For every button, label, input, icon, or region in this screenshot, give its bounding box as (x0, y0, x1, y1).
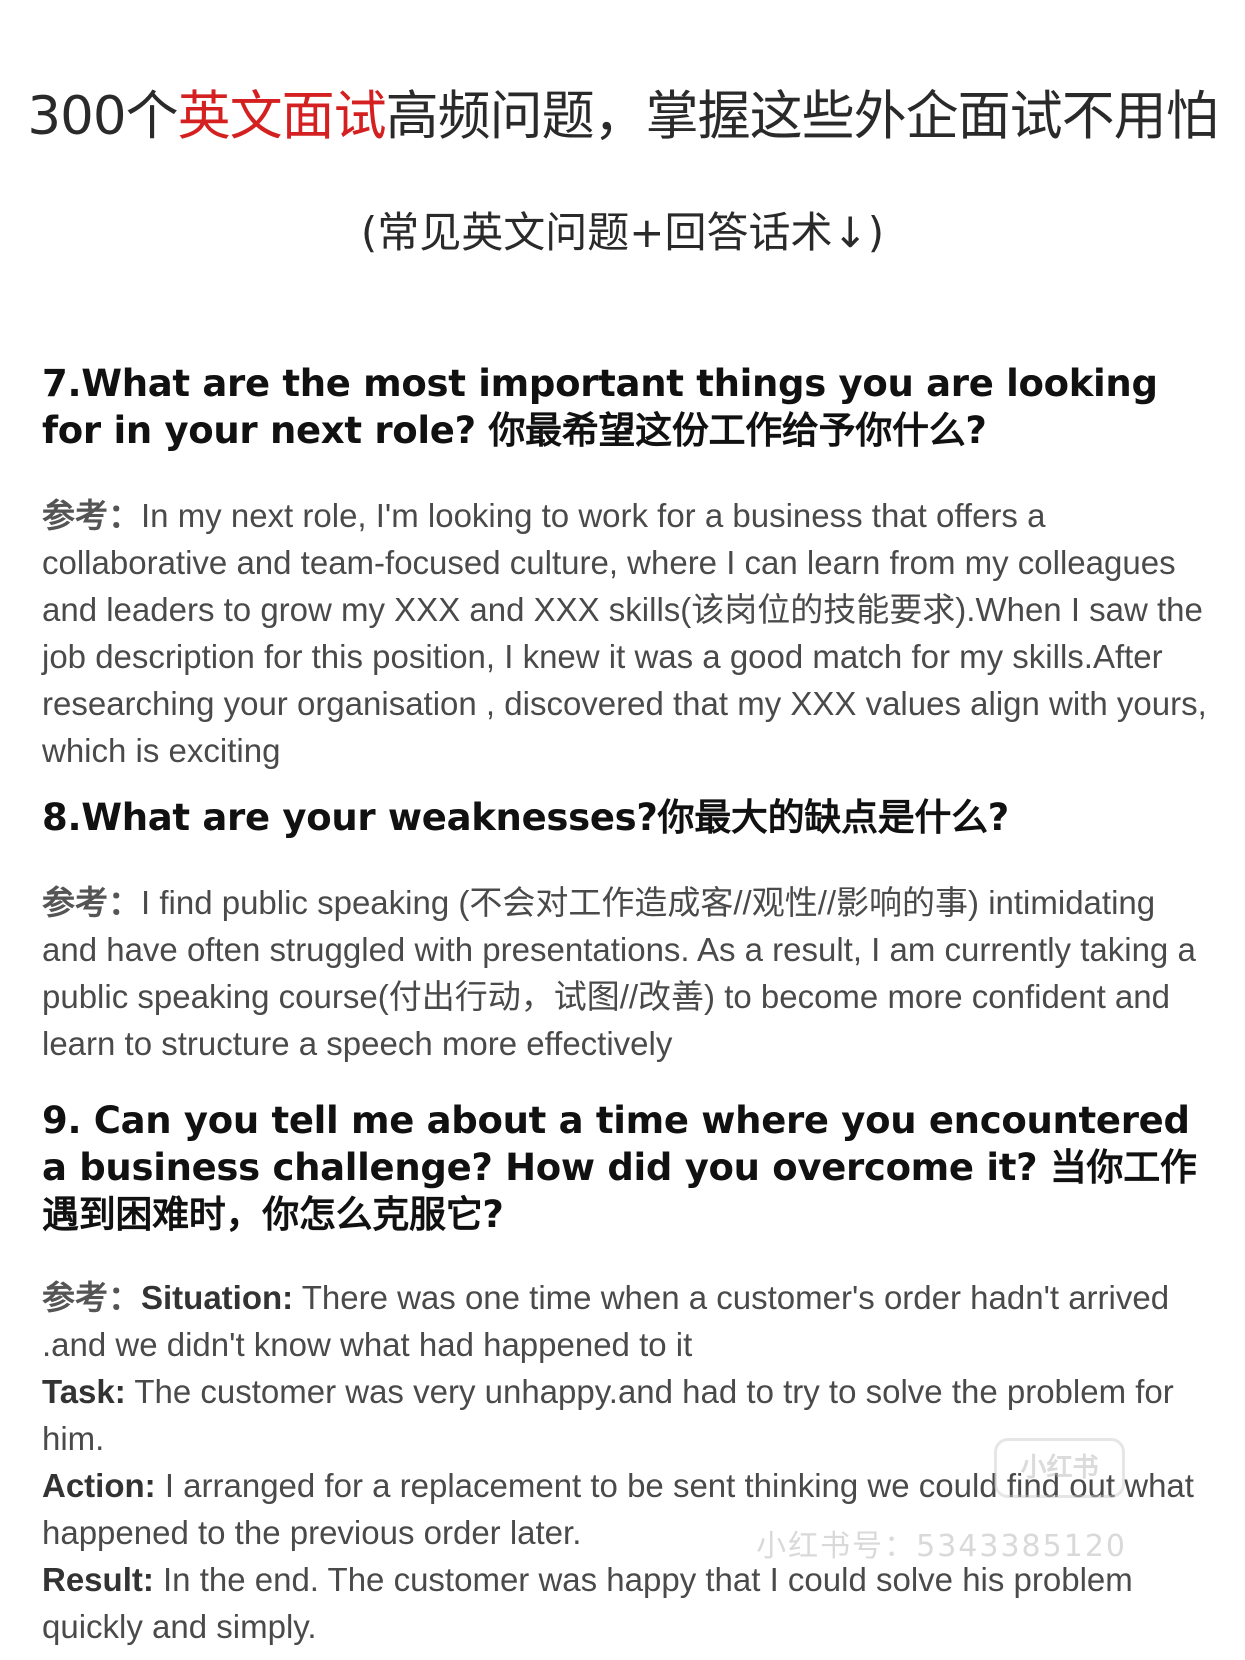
watermark-logo: 小红书 (994, 1438, 1125, 1498)
reference-label: 参考： (42, 1279, 141, 1316)
answer-8: 参考：I find public speaking (不会对工作造成客//观性/… (42, 879, 1212, 1067)
situation-label: Situation: (141, 1279, 294, 1316)
reference-label: 参考： (42, 497, 141, 534)
watermark-id: 小红书号：5343385120 (756, 1529, 1127, 1564)
result-text: In the end. The customer was happy that … (42, 1561, 1133, 1645)
star-result: Result: In the end. The customer was hap… (42, 1556, 1212, 1650)
title-highlight: 英文面试 (177, 86, 387, 147)
page-subtitle: (常见英文问题+回答话术↓) (360, 208, 885, 257)
page: 300个英文面试高频问题，掌握这些外企面试不用怕 (常见英文问题+回答话术↓) … (0, 0, 1245, 1660)
star-situation: 参考：Situation: There was one time when a … (42, 1274, 1212, 1368)
answer-7: 参考：In my next role, I'm looking to work … (42, 492, 1212, 774)
task-label: Task: (42, 1373, 126, 1410)
result-label: Result: (42, 1561, 154, 1598)
answer-7-text: In my next role, I'm looking to work for… (42, 497, 1207, 769)
action-label: Action: (42, 1467, 156, 1504)
page-title: 300个英文面试高频问题，掌握这些外企面试不用怕 (0, 84, 1245, 150)
title-suffix: 高频问题，掌握这些外企面试不用怕 (385, 86, 1219, 147)
question-9: 9. Can you tell me about a time where yo… (42, 1099, 1197, 1236)
question-8: 8.What are your weaknesses?你最大的缺点是什么? (42, 796, 1009, 839)
answer-8-text: I find public speaking (不会对工作造成客//观性//影响… (42, 884, 1196, 1062)
reference-label: 参考： (42, 884, 141, 921)
title-prefix: 300个 (27, 86, 178, 147)
question-7: 7.What are the most important things you… (42, 362, 1158, 452)
